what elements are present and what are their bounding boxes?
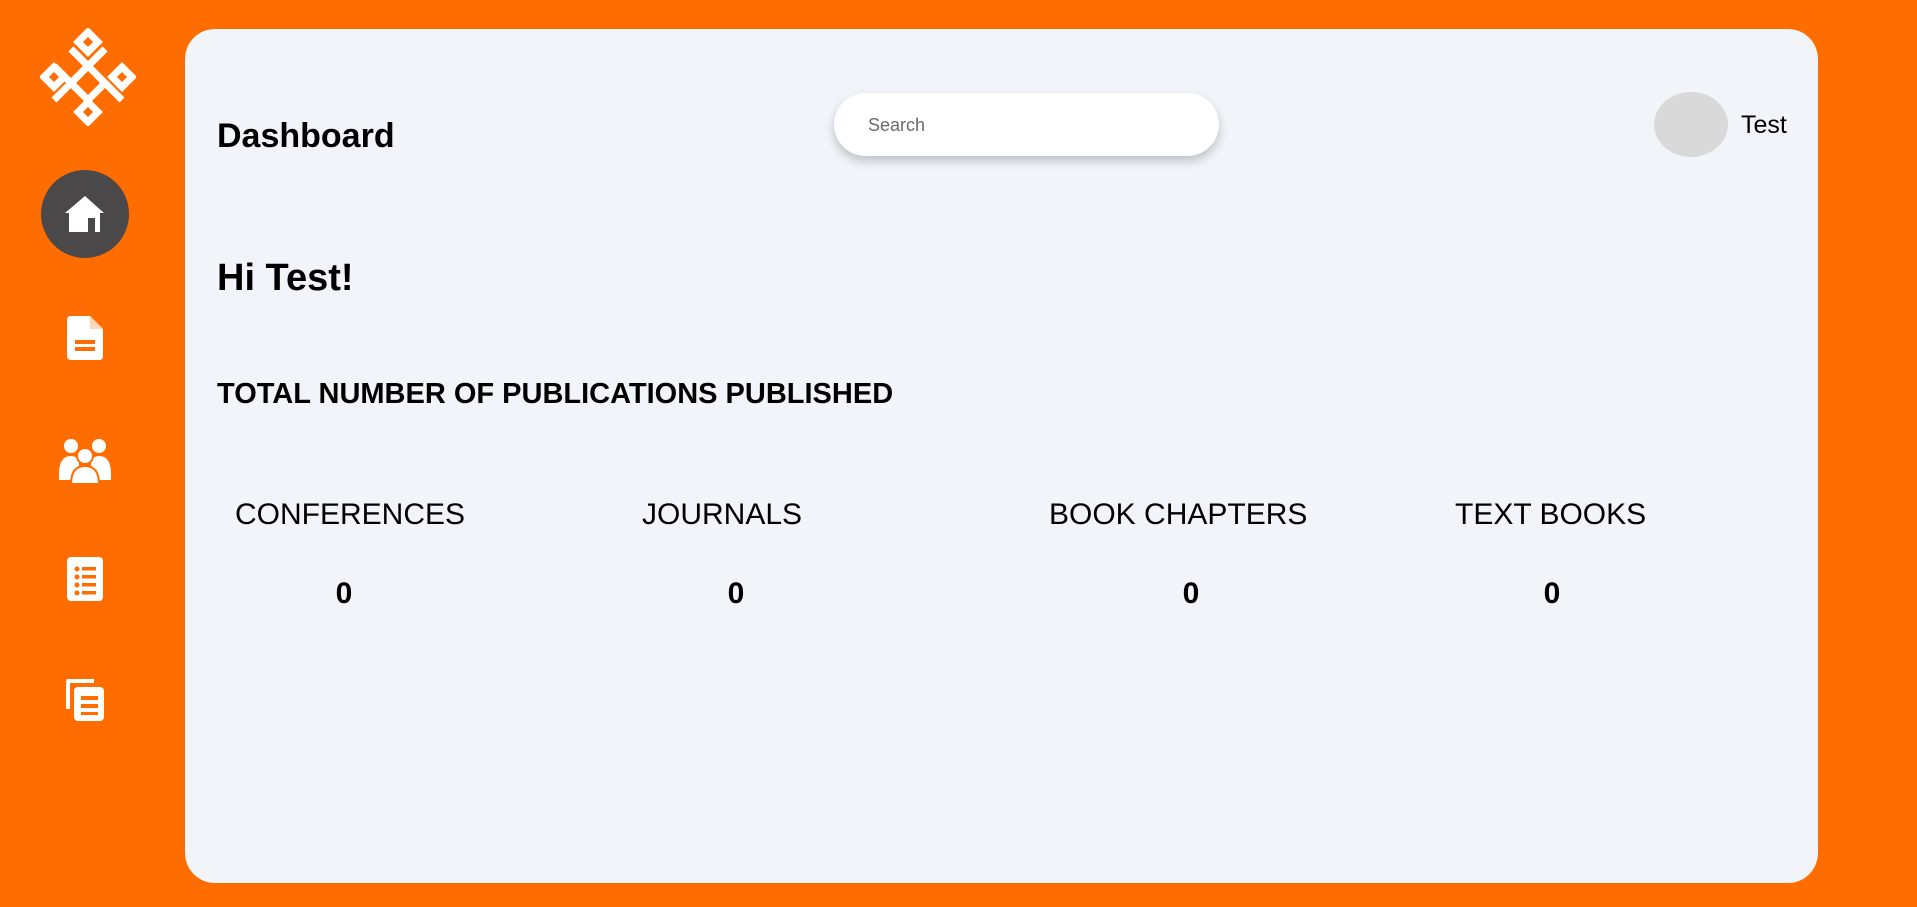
- stat-value-conferences: 0: [335, 577, 353, 610]
- sidebar-item-list[interactable]: [41, 535, 129, 623]
- user-name[interactable]: Test: [1741, 111, 1787, 140]
- users-group-icon: [59, 436, 111, 484]
- stat-label-text-books: TEXT BOOKS: [1455, 498, 1647, 531]
- section-title: TOTAL NUMBER OF PUBLICATIONS PUBLISHED: [217, 378, 894, 410]
- stat-value-book-chapters: 0: [1182, 577, 1200, 610]
- main-panel: Dashboard Test Hi Test! TOTAL NUMBER OF …: [185, 29, 1818, 883]
- sidebar-item-users[interactable]: [41, 416, 129, 504]
- search-input[interactable]: [866, 93, 1190, 158]
- stat-label-book-chapters: BOOK CHAPTERS: [1049, 498, 1308, 531]
- document-icon: [67, 316, 103, 360]
- stat-value-journals: 0: [727, 577, 745, 610]
- search-box[interactable]: [834, 93, 1219, 158]
- avatar[interactable]: [1654, 92, 1728, 157]
- stat-value-text-books: 0: [1543, 577, 1561, 610]
- books-copy-icon: [64, 679, 106, 721]
- greeting: Hi Test!: [217, 257, 354, 299]
- page-title: Dashboard: [217, 117, 395, 155]
- stat-label-conferences: CONFERENCES: [235, 498, 466, 531]
- home-icon: [64, 194, 106, 234]
- sidebar-item-documents[interactable]: [41, 294, 129, 382]
- list-document-icon: [67, 557, 103, 601]
- sidebar-item-books[interactable]: [41, 656, 129, 744]
- knot-logo-icon[interactable]: [39, 27, 137, 127]
- sidebar-item-home[interactable]: [41, 170, 129, 258]
- sidebar: [0, 0, 180, 907]
- stat-label-journals: JOURNALS: [642, 498, 803, 531]
